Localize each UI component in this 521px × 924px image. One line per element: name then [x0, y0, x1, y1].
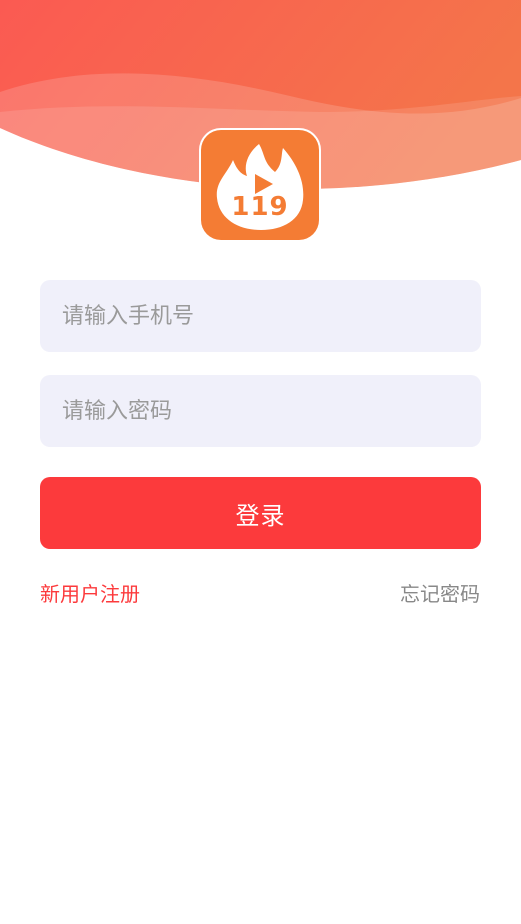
logo-number: 119	[231, 192, 289, 222]
app-logo: 119	[201, 130, 319, 240]
register-link[interactable]: 新用户注册	[40, 580, 140, 608]
flame-play-icon	[216, 144, 304, 230]
login-button[interactable]: 登录	[40, 477, 481, 549]
forgot-password-link[interactable]: 忘记密码	[400, 580, 480, 608]
phone-input[interactable]	[40, 280, 481, 352]
password-input[interactable]	[40, 375, 481, 447]
